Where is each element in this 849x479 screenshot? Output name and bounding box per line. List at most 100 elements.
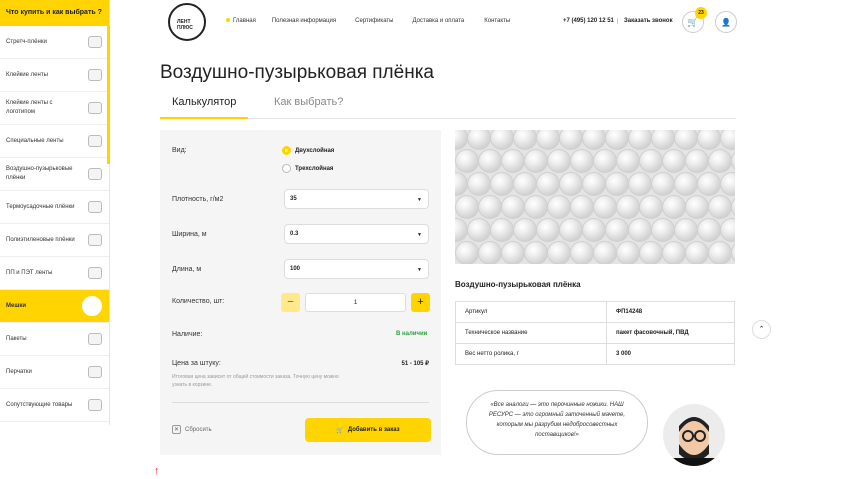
bubble-shape <box>536 218 560 242</box>
sidebar-item[interactable]: ПП и ПЭТ ленты <box>0 257 109 290</box>
sidebar-item-label: Клейкие ленты <box>6 71 48 78</box>
nav-home[interactable]: Главная <box>226 18 256 24</box>
mascot-avatar <box>663 404 725 466</box>
packet-icon <box>88 333 102 345</box>
bubble-shape <box>697 172 721 196</box>
callback-link[interactable]: Заказать звонок <box>617 18 673 24</box>
bubble-shape <box>685 195 709 219</box>
bubble-shape <box>674 130 698 150</box>
spec-value: пакет фасовочный, ПВД <box>606 322 735 344</box>
radio-two-layer-label: Двухслойная <box>295 147 335 154</box>
logo[interactable]: ЛЕНТ ПЛЮС <box>168 3 206 41</box>
bubble-shape <box>570 149 594 173</box>
logo-tape-icon <box>88 102 102 114</box>
bubble-shape <box>605 130 629 150</box>
bubble-shape <box>593 241 617 264</box>
bubble-shape <box>524 195 548 219</box>
bubble-shape <box>662 195 686 219</box>
bubble-shape <box>616 241 640 264</box>
sidebar-header[interactable]: Что купить и как выбрать ? <box>0 0 109 26</box>
sidebar-item[interactable]: Полиэтиленовые плёнки <box>0 224 109 257</box>
bubble-shape <box>455 149 479 173</box>
width-label: Ширина, м <box>172 231 207 238</box>
bubble-shape <box>513 172 537 196</box>
price-value: 51 - 105 ₽ <box>401 361 429 367</box>
radio-two-layer[interactable]: Двухслойная <box>282 146 334 155</box>
sidebar-scrollbar[interactable] <box>107 26 110 164</box>
bubble-shape <box>547 149 571 173</box>
spec-key: Артикул <box>455 301 607 323</box>
quantity-increment-button[interactable]: + <box>411 293 430 312</box>
bubble-shape <box>651 130 675 150</box>
chevron-down-icon: ▼ <box>417 267 422 273</box>
spec-key: Вес нетто ролика, г <box>455 343 607 365</box>
nav-delivery[interactable]: Доставка и оплата <box>412 18 464 24</box>
bubble-shape <box>708 241 732 264</box>
nav-contacts[interactable]: Контакты <box>484 18 510 24</box>
bubble-shape <box>685 241 709 264</box>
bubble-shape <box>639 149 663 173</box>
sidebar-item[interactable]: Специальные ленты <box>0 125 109 158</box>
bubble-shape <box>478 149 502 173</box>
bubble-shape <box>639 241 663 264</box>
sidebar-item[interactable]: Термоусадочные плёнки <box>0 191 109 224</box>
bubble-shape <box>605 172 629 196</box>
bubble-shape <box>708 195 732 219</box>
radio-three-layer[interactable]: Трехслойная <box>282 164 333 173</box>
tape-icon <box>88 69 102 81</box>
sidebar-list: Стретч-плёнки Клейкие ленты Клейкие ленты … <box>0 26 109 422</box>
close-icon: ✕ <box>172 425 181 434</box>
gloves-icon <box>88 366 102 378</box>
active-dot-icon <box>226 18 230 23</box>
quantity-input[interactable]: 1 <box>305 293 406 312</box>
sidebar-item[interactable]: Мешки <box>0 290 109 323</box>
logo-text: ЛЕНТ ПЛЮС <box>177 19 193 31</box>
pe-film-icon <box>88 234 102 246</box>
phone-link[interactable]: +7 (495) 120 12 51 <box>563 18 614 24</box>
bubble-shape <box>731 195 735 219</box>
tab-how-to-choose[interactable]: Как выбрать? <box>274 96 343 108</box>
bubble-shape <box>467 172 491 196</box>
nav-info[interactable]: Полезная информация <box>272 18 336 24</box>
reset-button[interactable]: ✕ Сбросить <box>172 425 212 434</box>
product-title: Воздушно-пузырьковая плёнка <box>455 280 581 289</box>
radio-unchecked-icon <box>282 164 291 173</box>
density-select[interactable]: 35 ▼ <box>284 189 429 209</box>
bubble-shape <box>605 218 629 242</box>
tabs: Калькулятор Как выбрать? <box>159 95 736 119</box>
availability-status: В наличии <box>396 331 428 337</box>
cart-button[interactable]: 🛒 23 <box>682 7 707 33</box>
bubble-shape <box>455 195 479 219</box>
sidebar-item[interactable]: Перчатки <box>0 356 109 389</box>
tab-calculator[interactable]: Калькулятор <box>159 96 249 119</box>
sidebar-item-label: Термоусадочные плёнки <box>6 203 75 210</box>
sidebar-item-label: Перчатки <box>6 368 32 375</box>
sidebar-item-label: Клейкие ленты с логотипом <box>6 100 53 115</box>
sidebar-item[interactable]: Сопутствующие товары <box>0 389 109 422</box>
width-select[interactable]: 0.3 ▼ <box>284 224 429 244</box>
quantity-decrement-button[interactable]: − <box>281 293 300 312</box>
nav-certificates[interactable]: Сертификаты <box>355 18 393 24</box>
account-button[interactable]: 👤 <box>715 11 737 33</box>
bubble-shape <box>467 218 491 242</box>
sidebar-item[interactable]: Клейкие ленты <box>0 59 109 92</box>
bubble-shape <box>731 241 735 264</box>
sidebar-item[interactable]: Пакеты <box>0 323 109 356</box>
bubble-shape <box>513 218 537 242</box>
sidebar-item[interactable]: Воздушно-пузырьковые плёнки <box>0 158 109 191</box>
sidebar-item[interactable]: Стретч-плёнки <box>0 26 109 59</box>
bubble-shape <box>501 195 525 219</box>
bubble-shape <box>674 172 698 196</box>
sidebar-item-label: Стретч-плёнки <box>6 38 47 45</box>
add-to-order-button[interactable]: 🛒 Добавить в заказ <box>305 418 431 442</box>
sidebar-item[interactable]: Клейкие ленты с логотипом <box>0 92 109 125</box>
bubble-shape <box>639 195 663 219</box>
scroll-up-button[interactable]: ⌃ <box>752 320 771 339</box>
length-select[interactable]: 100 ▼ <box>284 259 429 279</box>
specs-table: Артикул ФП14248 Техническое название пак… <box>455 301 735 365</box>
sidebar-item-label: Специальные ленты <box>6 137 64 144</box>
bubble-shape <box>501 149 525 173</box>
bubble-shape <box>720 130 735 150</box>
sidebar-item-label: Полиэтиленовые плёнки <box>6 236 75 243</box>
arrow-up-icon: ↑ <box>154 465 160 477</box>
